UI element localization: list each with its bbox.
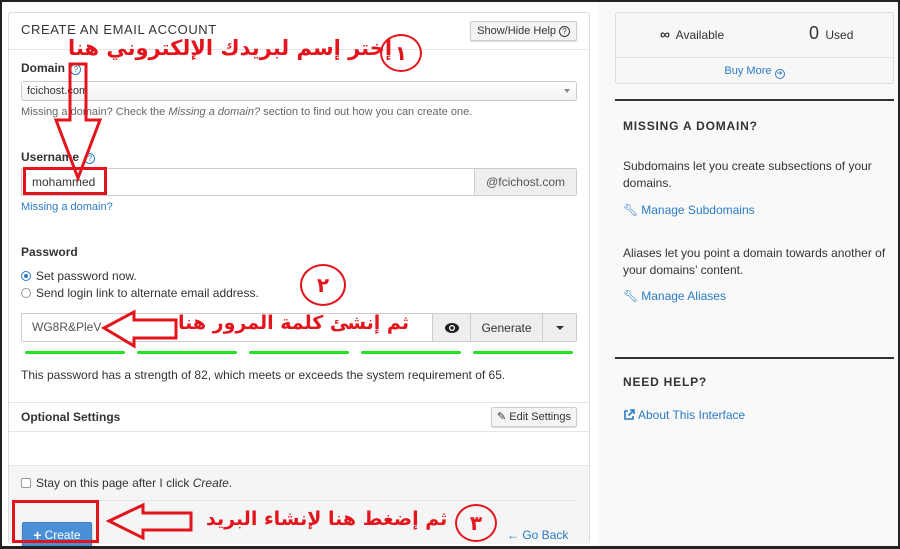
annotation-step1-circle: ١ — [380, 34, 422, 72]
password-strength-text: This password has a strength of 82, whic… — [21, 368, 506, 382]
divider — [9, 402, 589, 403]
annotation-step3-text: ثم إضغط هنا لإنشاء البريد — [206, 508, 448, 530]
used-label: Used — [825, 28, 854, 42]
radio-button[interactable] — [21, 288, 31, 298]
divider — [21, 500, 577, 501]
edit-settings-label: Edit Settings — [509, 411, 571, 423]
generate-options-dropdown[interactable] — [542, 314, 576, 341]
manage-aliases-label: Manage Aliases — [641, 289, 726, 303]
show-hide-help-button[interactable]: Show/Hide Help ? — [470, 21, 577, 41]
arrow-circle-right-icon: ➜ — [774, 69, 785, 79]
about-interface-label: About This Interface — [638, 408, 746, 422]
aliases-text: Aliases let you point a domain towards a… — [623, 246, 886, 277]
radio-set-password-now[interactable]: Set password now. — [21, 269, 137, 283]
stay-em: Create — [192, 476, 229, 490]
annotation-step2-circle: ٢ — [300, 264, 346, 306]
wrench-icon: 🔧︎ — [623, 203, 639, 217]
annotation-create-highlight — [12, 500, 99, 543]
annotation-step3-circle: ٣ — [455, 504, 497, 542]
section-rule — [615, 357, 894, 359]
about-interface-link[interactable]: About This Interface — [623, 408, 745, 422]
password-label: Password — [21, 245, 78, 259]
manage-subdomains-link[interactable]: 🔧︎ Manage Subdomains — [623, 203, 755, 217]
help-circle-icon: ? — [559, 25, 570, 37]
go-back-link[interactable]: ← Go Back — [507, 528, 568, 542]
show-password-button[interactable] — [432, 314, 470, 341]
password-strength-meter — [25, 351, 573, 354]
manage-aliases-link[interactable]: 🔧︎ Manage Aliases — [623, 289, 726, 303]
missing-domain-link[interactable]: Missing a domain? — [21, 201, 113, 213]
arrow-left-icon: ← — [507, 528, 519, 542]
manage-subdomains-label: Manage Subdomains — [641, 203, 755, 217]
radio-label: Send login link to alternate email addre… — [36, 286, 259, 300]
annotation-arrow-left — [105, 502, 193, 541]
annotation-step1-text: إختر إسم لبريدك الإلكتروني هنا — [68, 36, 393, 60]
stay-prefix: Stay on this page after I click — [36, 476, 193, 490]
buy-more-label: Buy More — [724, 65, 772, 77]
domain-suffix: @fcichost.com — [474, 169, 576, 195]
optional-settings-title: Optional Settings — [21, 410, 121, 424]
domain-help-em: Missing a domain? — [168, 106, 261, 118]
available-stat: ∞ Available — [660, 26, 724, 42]
stats-row: ∞ Available 0 Used — [616, 13, 893, 58]
wrench-icon: 🔧︎ — [623, 289, 639, 303]
edit-settings-button[interactable]: ✎ Edit Settings — [490, 407, 577, 427]
annotation-username-highlight — [23, 167, 107, 195]
subdomains-text: Subdomains let you create subsections of… — [623, 159, 872, 190]
stay-on-page-label: Stay on this page after I click Create. — [36, 476, 232, 490]
go-back-label: Go Back — [522, 528, 569, 542]
generate-password-button[interactable]: Generate — [470, 314, 542, 341]
stay-on-page-checkbox[interactable] — [21, 478, 31, 488]
missing-domain-title: MISSING A DOMAIN? — [623, 119, 758, 133]
section-rule — [615, 99, 894, 101]
used-count: 0 — [809, 23, 820, 43]
divider — [9, 431, 589, 432]
strength-segment — [137, 351, 237, 354]
stay-suffix: . — [228, 476, 233, 490]
chevron-down-icon — [564, 89, 570, 93]
annotation-step2-text: ثم إنشئ كلمة المرور هنا — [178, 312, 409, 334]
radio-button-selected[interactable] — [21, 271, 31, 281]
external-link-icon — [624, 409, 635, 420]
strength-segment — [249, 351, 349, 354]
available-label: Available — [675, 28, 725, 42]
strength-segment — [361, 351, 461, 354]
page-title: CREATE AN EMAIL ACCOUNT — [21, 22, 217, 37]
caret-down-icon — [555, 325, 564, 330]
strength-segment — [25, 351, 125, 354]
strength-segment — [473, 351, 573, 354]
eye-icon — [444, 322, 459, 333]
domain-help-suffix: section to find out how you can create o… — [260, 106, 473, 118]
stay-on-page-checkbox-row[interactable]: Stay on this page after I click Create. — [21, 476, 232, 490]
pencil-icon: ✎ — [496, 411, 507, 423]
annotation-arrow-down — [53, 62, 103, 183]
need-help-title: NEED HELP? — [623, 375, 708, 389]
radio-send-login-link[interactable]: Send login link to alternate email addre… — [21, 286, 259, 300]
infinity-icon: ∞ — [660, 26, 670, 42]
email-stats-box: ∞ Available 0 Used Buy More ➜ — [615, 12, 894, 84]
buy-more-link[interactable]: Buy More ➜ — [616, 65, 893, 79]
used-stat: 0 Used — [809, 23, 853, 44]
annotation-arrow-left — [100, 309, 178, 349]
show-hide-help-label: Show/Hide Help — [477, 25, 556, 37]
radio-label: Set password now. — [36, 269, 137, 283]
